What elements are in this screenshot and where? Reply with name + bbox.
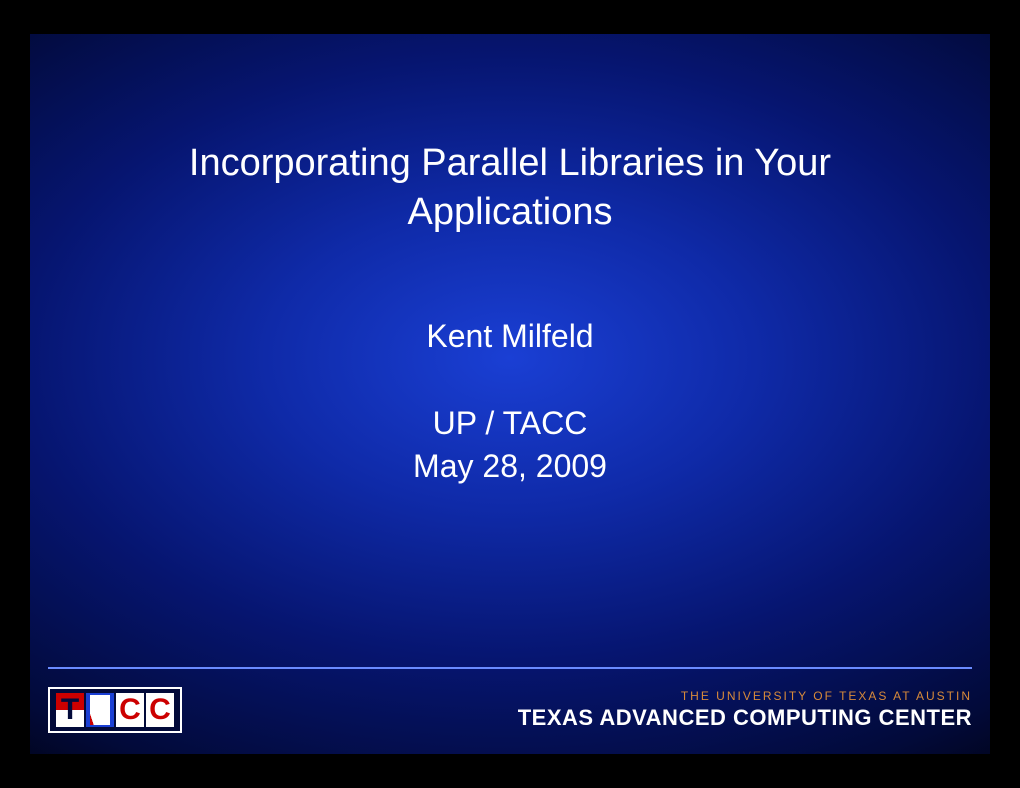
- center-name: TEXAS ADVANCED COMPUTING CENTER: [518, 705, 972, 731]
- slide-date: May 28, 2009: [413, 448, 607, 485]
- tacc-letter-c: [146, 693, 174, 727]
- slide-footer: THE UNIVERSITY OF TEXAS AT AUSTIN TEXAS …: [48, 677, 972, 742]
- slide-org: UP / TACC: [433, 405, 588, 442]
- tacc-logo: [48, 687, 182, 733]
- tacc-letter-c: [116, 693, 144, 727]
- tacc-letter-a: [86, 693, 114, 727]
- university-name: THE UNIVERSITY OF TEXAS AT AUSTIN: [518, 689, 972, 703]
- divider-line: [48, 667, 972, 669]
- ut-austin-logo: THE UNIVERSITY OF TEXAS AT AUSTIN TEXAS …: [518, 689, 972, 731]
- slide-content: Incorporating Parallel Libraries in Your…: [30, 34, 990, 667]
- slide-title: Incorporating Parallel Libraries in Your…: [120, 139, 900, 238]
- slide-author: Kent Milfeld: [426, 318, 593, 355]
- slide: Incorporating Parallel Libraries in Your…: [30, 34, 990, 754]
- tacc-letter-t: [56, 693, 84, 727]
- tacc-badge-icon: [48, 687, 182, 733]
